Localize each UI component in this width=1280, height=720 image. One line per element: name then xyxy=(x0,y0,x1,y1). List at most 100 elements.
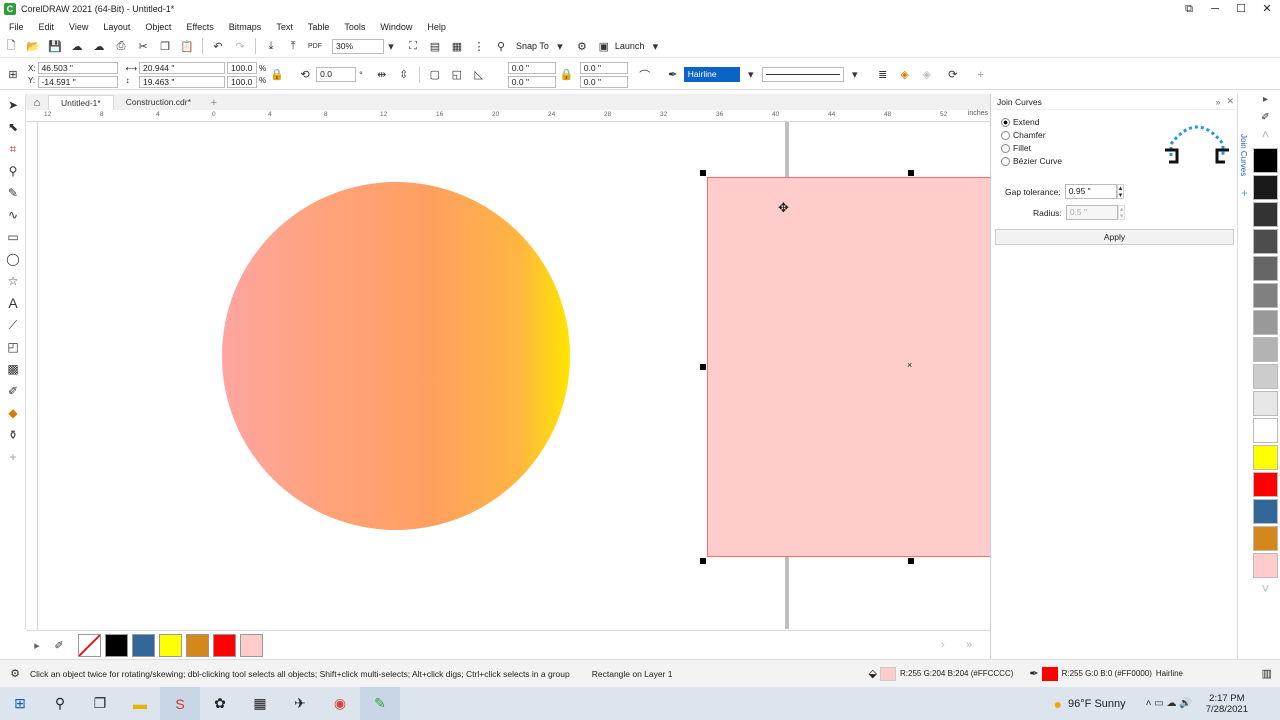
corner-bottom-left-field[interactable]: 0.0 " xyxy=(507,75,556,88)
to-front-icon[interactable]: ◈ xyxy=(896,66,914,84)
palette-color-swatch[interactable] xyxy=(1253,445,1278,470)
qr-app-icon[interactable]: ▦ xyxy=(240,687,280,720)
corner-top-left-field[interactable]: 0.0 " xyxy=(507,61,556,74)
windows-start-icon[interactable]: ⊞ xyxy=(0,687,40,720)
selection-handle-top-left[interactable] xyxy=(700,170,706,176)
gear-icon[interactable]: ⚙ xyxy=(6,665,24,683)
new-document-icon[interactable]: 🗋 xyxy=(2,37,20,55)
menu-view[interactable]: View xyxy=(69,22,88,32)
to-back-icon[interactable]: ◈ xyxy=(918,66,936,84)
zoom-tool-icon[interactable]: ⚲ xyxy=(0,160,26,182)
polygon-tool-icon[interactable]: ☆ xyxy=(0,270,26,292)
option-bezier-curve[interactable]: Bézier Curve xyxy=(1001,156,1062,166)
add-docker-icon[interactable]: + xyxy=(1238,186,1251,200)
palette-color-swatch[interactable] xyxy=(1253,148,1278,173)
rulers-icon[interactable]: ▤ xyxy=(426,37,444,55)
ellipse-tool-icon[interactable]: ◯ xyxy=(0,248,26,270)
chevron-down-icon[interactable]: ▾ xyxy=(382,37,400,55)
menu-help[interactable]: Help xyxy=(427,22,446,32)
palette-color-swatch[interactable] xyxy=(1253,256,1278,281)
palette-color-swatch[interactable] xyxy=(1253,202,1278,227)
lock-ratio-icon[interactable]: 🔒 xyxy=(268,66,286,84)
restore-panel-icon[interactable]: ⧉ xyxy=(1176,0,1202,18)
width-field[interactable]: 20.944 " xyxy=(139,61,226,74)
redo-icon[interactable]: ↷ xyxy=(231,37,249,55)
print-icon[interactable]: ⎙ xyxy=(112,37,130,55)
palette-color-swatch[interactable] xyxy=(1253,337,1278,362)
chevron-down-icon[interactable]: ▾ xyxy=(742,66,760,84)
snap-to-button[interactable]: Snap To xyxy=(516,41,549,51)
smart-fill-icon[interactable]: ⚱ xyxy=(0,424,26,446)
gear-icon[interactable]: ⚙ xyxy=(573,37,591,55)
chevron-down-icon[interactable]: ▾ xyxy=(846,66,864,84)
shape-tool-icon[interactable]: ⬉ xyxy=(0,116,26,138)
full-screen-icon[interactable]: ⛶ xyxy=(404,37,422,55)
zoom-level-field[interactable]: 30% xyxy=(332,38,384,54)
palette-color-swatch[interactable] xyxy=(1253,175,1278,200)
eyedropper-icon[interactable]: ✐ xyxy=(50,636,68,654)
add-icon[interactable]: + xyxy=(972,66,990,84)
outline-width-field[interactable]: Hairline xyxy=(683,67,740,82)
spinner-icon[interactable]: ▴ ▾ xyxy=(1116,184,1125,199)
menu-tools[interactable]: Tools xyxy=(344,22,365,32)
coreldraw-app-icon[interactable]: ✎ xyxy=(360,687,400,720)
radius-field[interactable]: 0.5 " xyxy=(1065,205,1118,220)
palette-color-swatch[interactable] xyxy=(1253,418,1278,443)
document-palette-swatch[interactable] xyxy=(213,633,236,657)
chrome-icon[interactable]: ◉ xyxy=(320,687,360,720)
interactive-fill-icon[interactable]: ◆ xyxy=(0,402,26,424)
eyedropper-icon[interactable]: ✐ xyxy=(0,380,26,402)
close-icon[interactable]: ✕ xyxy=(1226,96,1234,107)
color-settings-icon[interactable]: ▥ xyxy=(1262,667,1272,680)
menu-object[interactable]: Object xyxy=(145,22,171,32)
export-icon[interactable]: ⤒ xyxy=(284,37,302,55)
document-palette-swatch[interactable] xyxy=(105,633,128,657)
save-icon[interactable]: 💾 xyxy=(46,37,64,55)
no-color-swatch[interactable] xyxy=(78,633,101,657)
freehand-tool-icon[interactable]: ✎ xyxy=(0,182,26,204)
x-position-field[interactable]: 46.503 " xyxy=(37,61,118,74)
open-icon[interactable]: 📂 xyxy=(24,37,42,55)
option-fillet[interactable]: Fillet xyxy=(1001,143,1062,153)
corner-bottom-right-field[interactable]: 0.0 " xyxy=(579,75,628,88)
copy-icon[interactable]: ❐ xyxy=(156,37,174,55)
chamfered-corner-icon[interactable]: ◺ xyxy=(470,66,488,84)
system-tray-icons[interactable]: ˄ ▭ ☁ 🔊 xyxy=(1146,698,1192,709)
menu-file[interactable]: File xyxy=(9,22,24,32)
tab-untitled-1[interactable]: Untitled-1* xyxy=(48,95,114,110)
close-button[interactable]: ✕ xyxy=(1254,0,1280,18)
corner-top-right-field[interactable]: 0.0 " xyxy=(579,61,628,74)
outline-swatch[interactable] xyxy=(1041,666,1058,681)
launch-button[interactable]: Launch xyxy=(615,41,645,51)
expand-icon[interactable]: » xyxy=(1215,97,1220,107)
eyedropper-icon[interactable]: ✐ xyxy=(1251,112,1280,126)
lock-corners-icon[interactable]: 🔒 xyxy=(558,66,576,84)
transparency-tool-icon[interactable]: ▩ xyxy=(0,358,26,380)
minimize-button[interactable]: ─ xyxy=(1202,0,1228,18)
scroll-end-icon[interactable]: » xyxy=(960,636,978,654)
object-origin-icon[interactable]: ⊞ xyxy=(4,66,22,84)
menu-bitmaps[interactable]: Bitmaps xyxy=(229,22,262,32)
scale-x-field[interactable]: 100.0 xyxy=(227,61,258,74)
pick-tool-icon[interactable]: ➤ xyxy=(0,94,26,116)
document-palette-swatch[interactable] xyxy=(186,633,209,657)
chevron-down-icon[interactable]: ▾ xyxy=(646,37,664,55)
palette-menu-icon[interactable]: ▸ xyxy=(28,636,46,654)
palette-color-swatch[interactable] xyxy=(1253,553,1278,578)
guidelines-icon[interactable]: ⋮ xyxy=(470,37,488,55)
docker-tab-join-curves[interactable]: Join Curves xyxy=(1239,134,1248,176)
selection-handle-top-center[interactable] xyxy=(908,170,914,176)
palette-color-swatch[interactable] xyxy=(1253,310,1278,335)
menu-layout[interactable]: Layout xyxy=(103,22,130,32)
line-style-field[interactable] xyxy=(761,67,844,82)
task-view-icon[interactable]: ❐ xyxy=(80,687,120,720)
file-explorer-icon[interactable]: ▬ xyxy=(120,687,160,720)
scroll-right-icon[interactable]: › xyxy=(934,636,952,654)
menu-text[interactable]: Text xyxy=(276,22,293,32)
height-field[interactable]: 19.463 " xyxy=(139,75,226,88)
clock[interactable]: 2:17 PM 7/28/2021 xyxy=(1206,693,1248,715)
import-icon[interactable]: ⤓ xyxy=(262,37,280,55)
palette-color-swatch[interactable] xyxy=(1253,364,1278,389)
undo-icon[interactable]: ↶ xyxy=(209,37,227,55)
pdf-icon[interactable]: PDF xyxy=(306,37,324,55)
